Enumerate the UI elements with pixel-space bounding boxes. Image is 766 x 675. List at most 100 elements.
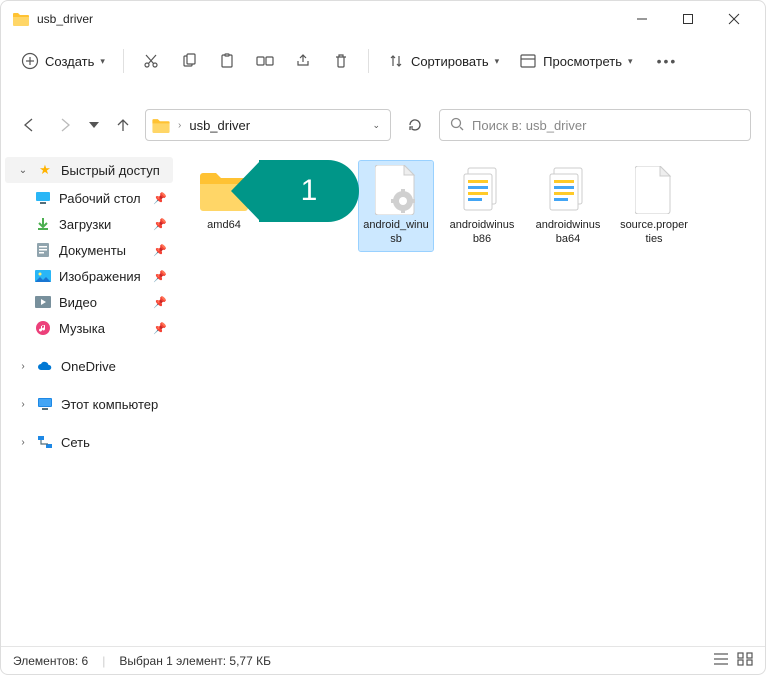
window-title: usb_driver xyxy=(37,12,93,26)
cut-button[interactable] xyxy=(134,46,168,76)
sidebar-this-pc[interactable]: › Этот компьютер xyxy=(5,391,173,417)
chevron-right-icon: › xyxy=(17,437,29,448)
delete-button[interactable] xyxy=(324,46,358,76)
separator xyxy=(368,49,369,73)
view-icons-button[interactable] xyxy=(737,652,753,669)
chevron-down-icon: ⌄ xyxy=(17,165,29,176)
plus-circle-icon xyxy=(21,52,39,70)
create-label: Создать xyxy=(45,54,94,69)
file-name: androidwinusba64 xyxy=(533,219,603,247)
pin-icon: 📌 xyxy=(153,218,167,231)
folder-icon xyxy=(13,12,29,26)
sidebar-item[interactable]: Рабочий стол 📌 xyxy=(5,185,173,211)
sidebar-item-label: Рабочий стол xyxy=(59,191,141,206)
sidebar-label: OneDrive xyxy=(61,359,116,374)
chevron-down-icon: ▾ xyxy=(100,56,105,67)
more-button[interactable]: ••• xyxy=(649,47,686,75)
sidebar-quick-access[interactable]: ⌄ ★ Быстрый доступ xyxy=(5,157,173,183)
address-bar[interactable]: › usb_driver ⌄ xyxy=(145,109,391,141)
view-details-button[interactable] xyxy=(713,652,729,669)
file-item[interactable]: androidwinusb86 xyxy=(445,161,519,251)
pin-icon: 📌 xyxy=(153,296,167,309)
create-button[interactable]: Создать ▾ xyxy=(13,46,113,76)
chevron-down-icon[interactable]: ⌄ xyxy=(372,120,380,131)
sidebar-item-label: Документы xyxy=(59,243,126,258)
cloud-icon xyxy=(37,358,53,374)
file-thumbnail xyxy=(454,165,510,215)
sidebar-item[interactable]: Музыка 📌 xyxy=(5,315,173,341)
rename-button[interactable] xyxy=(248,46,282,76)
sidebar-item[interactable]: Загрузки 📌 xyxy=(5,211,173,237)
file-thumbnail xyxy=(540,165,596,215)
file-thumbnail xyxy=(626,165,682,215)
status-bar: Элементов: 6 | Выбран 1 элемент: 5,77 КБ xyxy=(1,646,765,674)
pin-icon: 📌 xyxy=(153,322,167,335)
breadcrumb[interactable]: usb_driver xyxy=(189,118,364,133)
monitor-icon xyxy=(37,396,53,412)
file-item[interactable]: androidwinusba64 xyxy=(531,161,605,251)
paste-button[interactable] xyxy=(210,46,244,76)
refresh-button[interactable] xyxy=(399,109,431,141)
share-button[interactable] xyxy=(286,46,320,76)
chevron-down-icon: ▾ xyxy=(628,56,633,67)
sidebar: ⌄ ★ Быстрый доступ Рабочий стол📌Загрузки… xyxy=(1,147,177,646)
file-name: source.properties xyxy=(619,219,689,247)
sidebar-item[interactable]: Видео 📌 xyxy=(5,289,173,315)
search-input[interactable]: Поиск в: usb_driver xyxy=(439,109,751,141)
status-count: Элементов: 6 xyxy=(13,654,88,668)
chevron-down-icon: ▾ xyxy=(495,56,500,67)
download-icon xyxy=(35,216,51,232)
sidebar-item-label: Изображения xyxy=(59,269,141,284)
sidebar-onedrive[interactable]: › OneDrive xyxy=(5,353,173,379)
search-icon xyxy=(450,117,464,134)
sidebar-item-label: Музыка xyxy=(59,321,105,336)
chevron-right-icon: › xyxy=(17,361,29,372)
sidebar-label: Быстрый доступ xyxy=(61,163,160,178)
back-button[interactable] xyxy=(15,111,43,139)
rename-icon xyxy=(256,52,274,70)
recent-button[interactable] xyxy=(87,111,101,139)
minimize-button[interactable] xyxy=(619,3,665,35)
pin-icon: 📌 xyxy=(153,270,167,283)
view-button[interactable]: Просмотреть ▾ xyxy=(511,46,640,76)
up-button[interactable] xyxy=(109,111,137,139)
sort-label: Сортировать xyxy=(411,54,489,69)
close-button[interactable] xyxy=(711,3,757,35)
sidebar-item-label: Загрузки xyxy=(59,217,111,232)
file-thumbnail xyxy=(368,165,424,215)
scissors-icon xyxy=(142,52,160,70)
share-icon xyxy=(294,52,312,70)
clipboard-icon xyxy=(218,52,236,70)
separator xyxy=(123,49,124,73)
view-label: Просмотреть xyxy=(543,54,622,69)
desktop-icon xyxy=(35,190,51,206)
sidebar-label: Этот компьютер xyxy=(61,397,158,412)
maximize-button[interactable] xyxy=(665,3,711,35)
file-name: androidwinusb86 xyxy=(447,219,517,247)
copy-button[interactable] xyxy=(172,46,206,76)
network-icon xyxy=(37,434,53,450)
file-list: amd64...86android_winusbandroidwinusb86a… xyxy=(177,147,765,646)
window-titlebar: usb_driver xyxy=(1,1,765,37)
sort-button[interactable]: Сортировать ▾ xyxy=(379,46,507,76)
copy-icon xyxy=(180,52,198,70)
chevron-right-icon: › xyxy=(17,399,29,410)
sidebar-network[interactable]: › Сеть xyxy=(5,429,173,455)
pin-icon: 📌 xyxy=(153,192,167,205)
video-icon xyxy=(35,294,51,310)
more-icon: ••• xyxy=(657,53,678,69)
file-item[interactable]: source.properties xyxy=(617,161,691,251)
main-area: ⌄ ★ Быстрый доступ Рабочий стол📌Загрузки… xyxy=(1,147,765,646)
forward-button[interactable] xyxy=(51,111,79,139)
picture-icon xyxy=(35,268,51,284)
sidebar-item[interactable]: Изображения 📌 xyxy=(5,263,173,289)
file-item[interactable]: amd64 xyxy=(187,161,261,251)
sidebar-item[interactable]: Документы 📌 xyxy=(5,237,173,263)
view-icon xyxy=(519,52,537,70)
pin-icon: 📌 xyxy=(153,244,167,257)
star-icon: ★ xyxy=(37,162,53,178)
sidebar-item-label: Видео xyxy=(59,295,97,310)
sort-icon xyxy=(387,52,405,70)
status-selection: Выбран 1 элемент: 5,77 КБ xyxy=(119,654,271,668)
file-item[interactable]: android_winusb xyxy=(359,161,433,251)
